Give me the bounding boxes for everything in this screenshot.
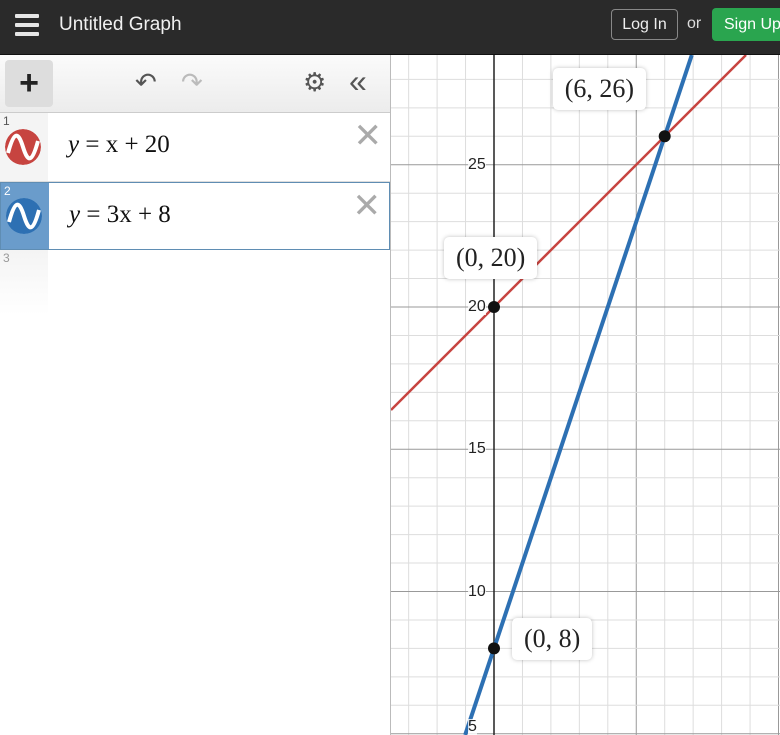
expression-panel: + ↶ ↷ ⚙ « 1 y = x + 20 ✕ 2 y = 3x + 8 ✕ …	[0, 55, 391, 735]
delete-expression-icon[interactable]: ✕	[354, 119, 383, 153]
expression-toolbar: + ↶ ↷ ⚙ «	[0, 55, 390, 113]
y-tick-label: 25	[468, 155, 486, 173]
expression-number: 2	[4, 184, 11, 198]
expression-input[interactable]: y = 3x + 8	[69, 201, 171, 229]
point-coordinate-label[interactable]: (6, 26)	[552, 68, 647, 111]
graph-title[interactable]: Untitled Graph	[59, 14, 182, 36]
y-tick-label: 5	[468, 718, 477, 735]
point-marker	[658, 130, 671, 143]
settings-gear-icon[interactable]: ⚙	[303, 67, 326, 98]
redo-icon[interactable]: ↷	[181, 67, 203, 98]
undo-icon[interactable]: ↶	[135, 67, 157, 98]
expression-row-2[interactable]: 2 y = 3x + 8 ✕	[0, 182, 390, 250]
expression-gutter: 2	[1, 183, 49, 249]
blue-line-toggle-icon[interactable]	[6, 198, 42, 234]
y-tick-label: 20	[468, 298, 486, 315]
expression-row-1[interactable]: 1 y = x + 20 ✕	[0, 113, 390, 182]
point-marker	[488, 301, 500, 313]
point-coordinate-label[interactable]: (0, 8)	[512, 618, 593, 661]
expression-row-3[interactable]: 3	[0, 250, 390, 315]
login-button[interactable]: Log In	[611, 9, 678, 40]
expression-gutter: 1	[0, 113, 48, 181]
expression-number: 1	[3, 114, 10, 128]
hamburger-menu-icon[interactable]	[15, 14, 39, 36]
or-text: or	[687, 15, 702, 32]
expression-input[interactable]: y = x + 20	[68, 131, 170, 159]
graph-canvas[interactable]: 5 10 15 20 25 (0, 20) (0, 8) (6, 26)	[391, 55, 780, 735]
expression-gutter: 3	[0, 250, 48, 315]
delete-expression-icon[interactable]: ✕	[353, 189, 382, 223]
collapse-panel-icon[interactable]: «	[349, 63, 367, 100]
top-bar: Untitled Graph Log In or Sign Up	[0, 0, 780, 55]
point-marker	[488, 642, 500, 655]
expression-number: 3	[3, 251, 10, 265]
point-coordinate-label[interactable]: (0, 20)	[444, 237, 538, 279]
y-tick-label: 15	[468, 440, 486, 458]
add-expression-button[interactable]: +	[5, 60, 53, 107]
y-tick-label: 10	[468, 582, 486, 600]
signup-button[interactable]: Sign Up	[712, 8, 780, 41]
red-line-toggle-icon[interactable]	[5, 129, 41, 165]
